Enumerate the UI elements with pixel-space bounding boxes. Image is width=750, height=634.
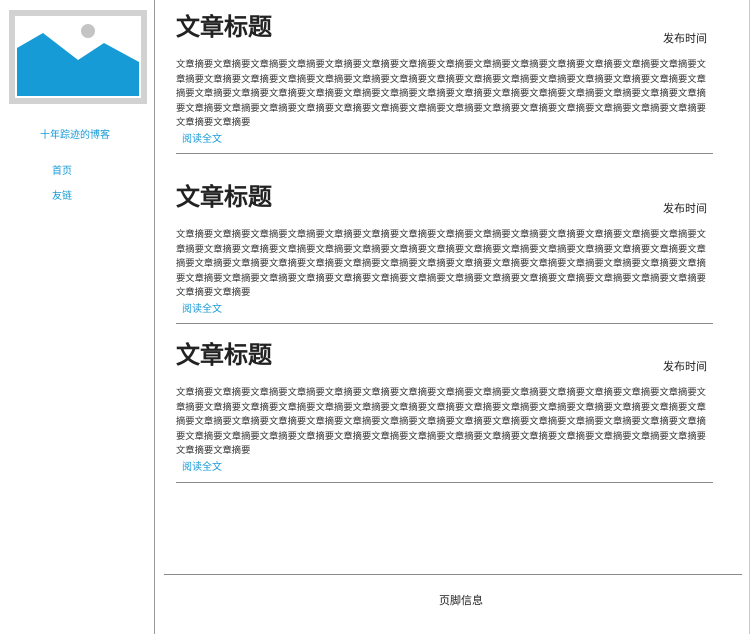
read-more-link[interactable]: 阅读全文: [182, 458, 222, 473]
article-time: 发布时间: [663, 360, 707, 373]
sidebar-nav: 首页 友链: [52, 166, 72, 216]
nav-item-links[interactable]: 友链: [52, 191, 72, 203]
avatar: [9, 10, 147, 104]
article-summary: 文章摘要文章摘要文章摘要文章摘要文章摘要文章摘要文章摘要文章摘要文章摘要文章摘要…: [176, 229, 706, 298]
blog-name[interactable]: 十年踪迹的博客: [0, 126, 150, 141]
read-more-link[interactable]: 阅读全文: [182, 300, 222, 315]
article-card: 文章标题 发布时间 文章摘要文章摘要文章摘要文章摘要文章摘要文章摘要文章摘要文章…: [176, 0, 713, 154]
page: 十年踪迹的博客 首页 友链 文章标题 发布时间 文章摘要文章摘要文章摘要文章摘要…: [0, 0, 750, 634]
article-title[interactable]: 文章标题: [176, 12, 272, 42]
footer: 页脚信息: [164, 574, 742, 634]
article-title[interactable]: 文章标题: [176, 182, 272, 212]
article-time: 发布时间: [663, 202, 707, 215]
article-title[interactable]: 文章标题: [176, 340, 272, 370]
read-more-link[interactable]: 阅读全文: [182, 130, 222, 145]
image-placeholder-icon: [9, 10, 147, 104]
sidebar: 十年踪迹的博客 首页 友链: [0, 0, 155, 634]
nav-item-home[interactable]: 首页: [52, 166, 72, 178]
article-summary: 文章摘要文章摘要文章摘要文章摘要文章摘要文章摘要文章摘要文章摘要文章摘要文章摘要…: [176, 59, 706, 128]
article-card: 文章标题 发布时间 文章摘要文章摘要文章摘要文章摘要文章摘要文章摘要文章摘要文章…: [176, 170, 713, 324]
article-summary: 文章摘要文章摘要文章摘要文章摘要文章摘要文章摘要文章摘要文章摘要文章摘要文章摘要…: [176, 387, 706, 456]
article-time: 发布时间: [663, 32, 707, 45]
footer-text: 页脚信息: [439, 594, 483, 607]
article-card: 文章标题 发布时间 文章摘要文章摘要文章摘要文章摘要文章摘要文章摘要文章摘要文章…: [176, 340, 713, 483]
